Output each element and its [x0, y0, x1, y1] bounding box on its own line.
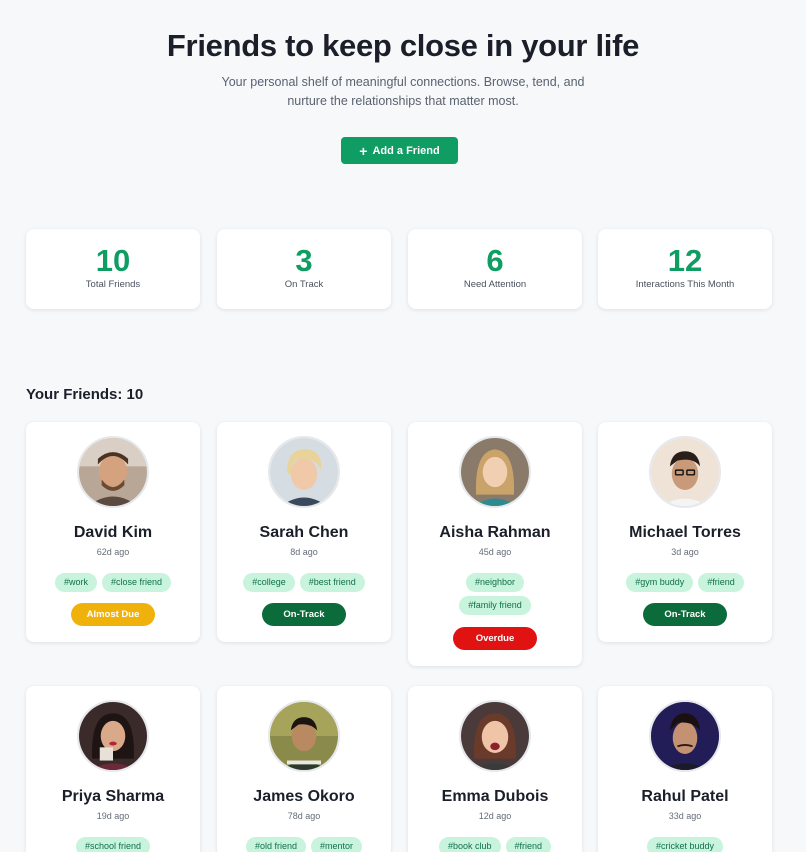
status-badge: Overdue	[453, 627, 537, 650]
status-badge-wrap: On-Track	[217, 603, 391, 626]
tag[interactable]: #college	[243, 573, 295, 592]
friend-card[interactable]: Emma Dubois 12d ago #book club #friend	[408, 686, 582, 852]
friend-name: David Kim	[73, 524, 153, 541]
avatar	[268, 700, 340, 772]
tag-list: #old friend #mentor	[225, 837, 383, 852]
tag[interactable]: #work	[54, 573, 97, 592]
stat-value: 10	[95, 243, 131, 278]
tag[interactable]: #cricket buddy	[646, 837, 724, 852]
friend-name: Emma Dubois	[441, 788, 549, 805]
friend-name: James Okoro	[253, 788, 355, 805]
tag[interactable]: #old friend	[245, 837, 306, 852]
status-badge-wrap: Overdue	[408, 627, 582, 650]
stat-card-on-track: 3 On Track	[217, 229, 391, 309]
friends-section-title: Your Friends: 10	[26, 386, 144, 403]
avatar	[459, 436, 531, 508]
avatar	[459, 700, 531, 772]
last-contact: 12d ago	[478, 811, 512, 821]
stat-label: Need Attention	[463, 279, 527, 290]
friend-card[interactable]: Priya Sharma 19d ago #school friend	[26, 686, 200, 852]
page-title: Friends to keep close in your life	[166, 28, 640, 63]
tag[interactable]: #family friend	[459, 596, 531, 615]
last-contact: 8d ago	[290, 547, 318, 557]
status-badge: On-Track	[643, 603, 727, 626]
friend-name: Priya Sharma	[61, 788, 165, 805]
friend-name: Aisha Rahman	[439, 524, 551, 541]
add-friend-label: Add a Friend	[372, 144, 440, 157]
stat-value: 6	[486, 243, 504, 278]
avatar	[268, 436, 340, 508]
status-badge-wrap: Almost Due	[26, 603, 200, 626]
last-contact: 19d ago	[96, 811, 130, 821]
tag[interactable]: #friend	[698, 573, 744, 592]
stat-card-total-friends: 10 Total Friends	[26, 229, 200, 309]
friend-card[interactable]: James Okoro 78d ago #old friend #mentor	[217, 686, 391, 852]
tag[interactable]: #book club	[438, 837, 501, 852]
tag[interactable]: #best friend	[299, 573, 365, 592]
friend-name: Sarah Chen	[259, 524, 349, 541]
stat-label: Total Friends	[85, 279, 141, 290]
tag[interactable]: #neighbor	[465, 573, 525, 592]
status-badge: Almost Due	[71, 603, 155, 626]
stat-label: On Track	[284, 279, 324, 290]
friend-card[interactable]: Michael Torres 3d ago #gym buddy #friend…	[598, 422, 772, 642]
tag-list: #cricket buddy	[606, 837, 764, 852]
avatar	[77, 700, 149, 772]
friend-name: Michael Torres	[629, 524, 741, 541]
stat-value: 12	[667, 243, 703, 278]
friend-card[interactable]: Sarah Chen 8d ago #college #best friend …	[217, 422, 391, 642]
tag[interactable]: #mentor	[311, 837, 363, 852]
tag[interactable]: #close friend	[101, 573, 172, 592]
stat-value: 3	[295, 243, 313, 278]
stat-label: Interactions This Month	[635, 279, 735, 290]
tag-list: #neighbor #family friend	[416, 573, 574, 615]
tag[interactable]: #school friend	[75, 837, 151, 852]
tag[interactable]: #friend	[505, 837, 552, 852]
status-badge-wrap: On-Track	[598, 603, 772, 626]
last-contact: 78d ago	[287, 811, 321, 821]
plus-icon: +	[359, 142, 368, 159]
tag[interactable]: #gym buddy	[626, 573, 694, 592]
last-contact: 3d ago	[671, 547, 699, 557]
last-contact: 33d ago	[668, 811, 702, 821]
tag-list: #school friend	[34, 837, 192, 852]
friend-card[interactable]: Aisha Rahman 45d ago #neighbor #family f…	[408, 422, 582, 666]
status-badge: On-Track	[262, 603, 346, 626]
add-friend-button[interactable]: + Add a Friend	[341, 137, 458, 164]
avatar	[649, 436, 721, 508]
avatar	[649, 700, 721, 772]
tag-list: #gym buddy #friend	[606, 573, 764, 592]
tag-list: #work #close friend	[34, 573, 192, 592]
last-contact: 45d ago	[478, 547, 512, 557]
stat-card-need-attention: 6 Need Attention	[408, 229, 582, 309]
tag-list: #book club #friend	[416, 837, 574, 852]
page-subtitle: Your personal shelf of meaningful connec…	[221, 75, 585, 108]
stat-card-interactions: 12 Interactions This Month	[598, 229, 772, 309]
friend-card[interactable]: David Kim 62d ago #work #close friend Al…	[26, 422, 200, 642]
last-contact: 62d ago	[96, 547, 130, 557]
avatar	[77, 436, 149, 508]
tag-list: #college #best friend	[225, 573, 383, 592]
friend-name: Rahul Patel	[641, 788, 729, 805]
friend-card[interactable]: Rahul Patel 33d ago #cricket buddy	[598, 686, 772, 852]
